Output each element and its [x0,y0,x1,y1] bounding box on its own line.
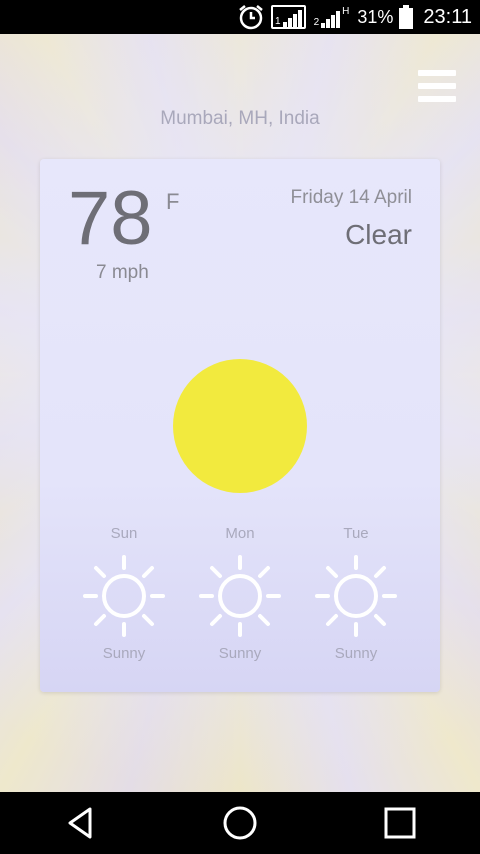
status-icons: 1 2 H 31% 23:11 [237,0,480,34]
battery-icon [399,5,414,29]
wind-speed: 7 mph [96,262,149,283]
battery-percent: 31% [357,6,394,27]
forecast-day-name: Tue [343,525,369,542]
sim2-signal-icon: 2 H [313,6,350,28]
forecast-day[interactable]: Tue Sunny [298,525,414,662]
recents-icon [384,807,416,839]
sun-icon [173,359,307,493]
navigation-bar [0,792,480,854]
home-button[interactable] [210,798,270,848]
forecast-condition: Sunny [218,645,262,662]
sun-outline-icon [315,555,397,637]
forecast-row: Sun Sunny Mon Sunny Tue Sunny [66,525,414,662]
hamburger-line [418,96,456,102]
temperature-unit: F [166,189,180,214]
forecast-day[interactable]: Sun Sunny [66,525,182,662]
temperature-value: 78 [68,176,153,261]
alarm-icon [239,5,263,30]
location-label: Mumbai, MH, India [160,108,320,129]
hamburger-line [418,70,456,76]
menu-button[interactable] [418,70,456,102]
sun-outline-icon [199,555,281,637]
back-icon [68,807,92,839]
date-label: Friday 14 April [290,187,412,208]
forecast-day-name: Sun [110,525,138,542]
clock: 23:11 [423,5,472,28]
recents-button[interactable] [370,798,430,848]
status-bar: 1 2 H 31% 23:11 [0,0,480,34]
sim1-signal-icon: 1 [271,5,306,29]
condition-label: Clear [345,219,412,250]
forecast-condition: Sunny [334,645,378,662]
forecast-day-name: Mon [225,525,255,542]
forecast-day[interactable]: Mon Sunny [182,525,298,662]
forecast-condition: Sunny [102,645,146,662]
home-icon [223,806,257,840]
hamburger-line [418,83,456,89]
sun-outline-icon [83,555,165,637]
weather-card: 78 F 7 mph Friday 14 April Clear Sun Sun… [40,159,440,692]
network-type-label: H [342,6,350,17]
back-button[interactable] [50,798,110,848]
